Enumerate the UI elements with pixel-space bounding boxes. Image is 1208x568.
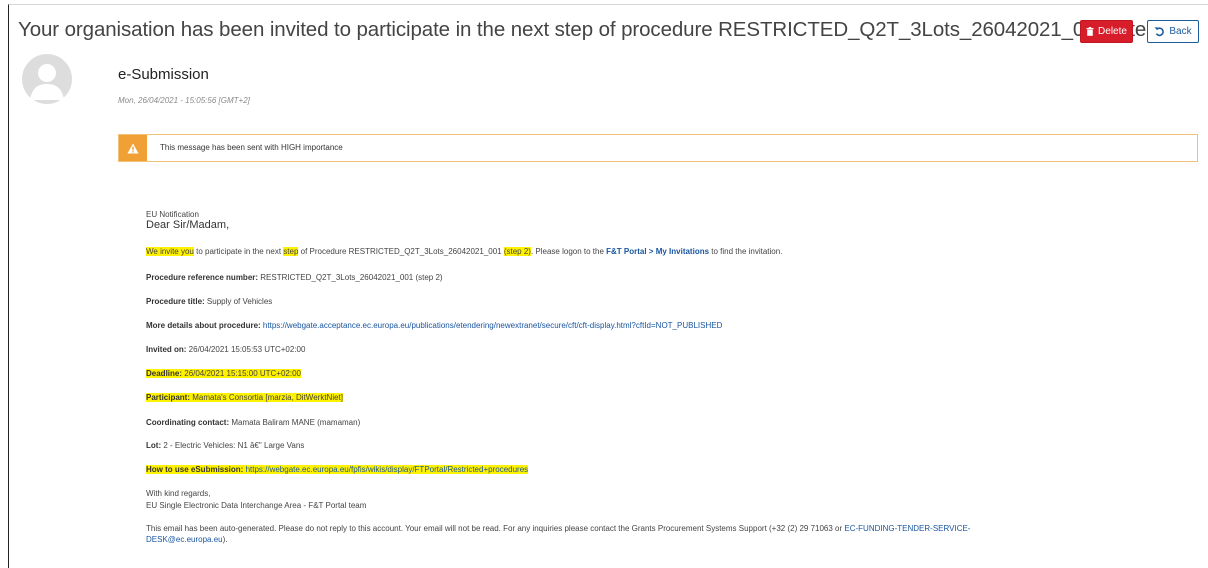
support-email-link-cont[interactable]: DESK@ec.europa.eu bbox=[146, 535, 223, 544]
deadline-value: 26/04/2021 15:15:00 UTC+02:00 bbox=[182, 369, 301, 378]
footer-text: This email has been auto-generated. Plea… bbox=[146, 524, 845, 533]
reference-label: Procedure reference number: bbox=[146, 273, 259, 282]
footer-text-end: ). bbox=[222, 535, 228, 544]
participant-value: Mamata's Consortia [marzia, DitWerktNiet… bbox=[190, 393, 343, 402]
portal-invitations-link[interactable]: F&T Portal > My Invitations bbox=[606, 247, 709, 256]
footer-line-1: This email has been auto-generated. Plea… bbox=[146, 524, 970, 533]
title-value: Supply of Vehicles bbox=[204, 297, 273, 306]
regards: With kind regards, bbox=[146, 489, 211, 498]
user-avatar-icon bbox=[22, 54, 72, 104]
lot-line: Lot: 2 - Electric Vehicles: N1 â€" Large… bbox=[146, 441, 304, 450]
invited-line: Invited on: 26/04/2021 15:05:53 UTC+02:0… bbox=[146, 345, 305, 354]
coordinator-value: Mamata Baliram MANE (mamaman) bbox=[229, 418, 361, 427]
sender-name: e-Submission bbox=[118, 66, 209, 83]
invite-line: We invite you to participate in the next… bbox=[146, 247, 782, 256]
back-label: Back bbox=[1169, 26, 1192, 37]
back-button[interactable]: Back bbox=[1147, 20, 1199, 43]
howto-label: How to use eSubmission: bbox=[146, 465, 244, 474]
invite-step-highlight: step bbox=[283, 247, 299, 256]
howto-line: How to use eSubmission: https://webgate.… bbox=[146, 465, 529, 474]
details-link[interactable]: https://webgate.acceptance.ec.europa.eu/… bbox=[263, 321, 722, 330]
greeting: Dear Sir/Madam, bbox=[146, 219, 230, 231]
deadline-line: Deadline: 26/04/2021 15:15:00 UTC+02:00 bbox=[146, 369, 301, 378]
support-email-link[interactable]: EC-FUNDING-TENDER-SERVICE- bbox=[844, 524, 970, 533]
reference-line: Procedure reference number: RESTRICTED_Q… bbox=[146, 273, 443, 282]
footer-line-2: DESK@ec.europa.eu). bbox=[146, 535, 228, 544]
sent-date: Mon, 26/04/2021 - 15:05:56 [GMT+2] bbox=[118, 96, 250, 105]
lot-label: Lot: bbox=[146, 441, 162, 450]
invite-text-4: to find the invitation. bbox=[709, 247, 783, 256]
importance-alert: This message has been sent with HIGH imp… bbox=[118, 134, 1198, 162]
details-line: More details about procedure: https://we… bbox=[146, 321, 722, 330]
coordinator-label: Coordinating contact: bbox=[146, 418, 230, 427]
participant-label: Participant: bbox=[146, 393, 191, 402]
page-title: Your organisation has been invited to pa… bbox=[18, 18, 1182, 41]
title-label: Procedure title: bbox=[146, 297, 205, 306]
invite-text-1: to participate in the next bbox=[193, 247, 284, 256]
howto-link[interactable]: https://webgate.ec.europa.eu/fpfis/wikis… bbox=[243, 465, 529, 474]
invite-text-2: of Procedure RESTRICTED_Q2T_3Lots_260420… bbox=[298, 247, 504, 256]
details-label: More details about procedure: bbox=[146, 321, 261, 330]
lot-value: 2 - Electric Vehicles: N1 â€" Large Vans bbox=[161, 441, 305, 450]
delete-label: Delete bbox=[1098, 26, 1127, 37]
participant-line: Participant: Mamata's Consortia [marzia,… bbox=[146, 393, 343, 402]
message-header: Your organisation has been invited to pa… bbox=[18, 16, 1200, 50]
invite-highlight: We invite you bbox=[146, 247, 194, 256]
coordinator-line: Coordinating contact: Mamata Baliram MAN… bbox=[146, 418, 360, 427]
invited-label: Invited on: bbox=[146, 345, 187, 354]
notification-label: EU Notification bbox=[146, 210, 199, 219]
undo-icon bbox=[1154, 27, 1165, 37]
invite-text-3: . Please logon to the bbox=[530, 247, 607, 256]
team-signature: EU Single Electronic Data Interchange Ar… bbox=[146, 501, 367, 510]
reference-value: RESTRICTED_Q2T_3Lots_26042021_001 (step … bbox=[258, 273, 443, 282]
invited-value: 26/04/2021 15:05:53 UTC+02:00 bbox=[186, 345, 306, 354]
invite-step2-highlight: (step 2) bbox=[503, 247, 531, 256]
trash-icon bbox=[1086, 27, 1094, 36]
deadline-label: Deadline: bbox=[146, 369, 183, 378]
warning-icon bbox=[119, 135, 147, 161]
message-frame bbox=[8, 4, 1208, 568]
alert-text: This message has been sent with HIGH imp… bbox=[160, 143, 343, 152]
delete-button[interactable]: Delete bbox=[1080, 20, 1133, 43]
title-line: Procedure title: Supply of Vehicles bbox=[146, 297, 272, 306]
